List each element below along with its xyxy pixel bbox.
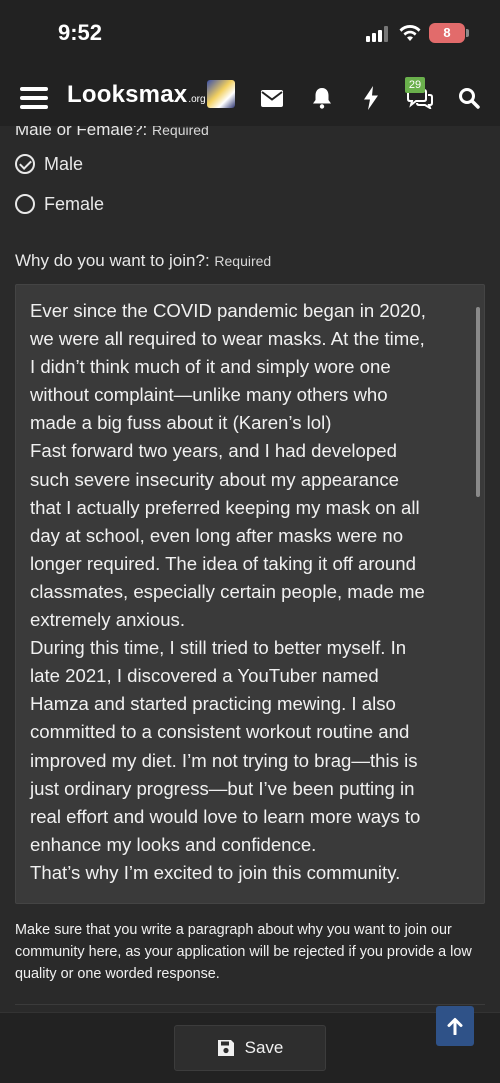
gender-question-label: Male or Female?: Required: [15, 126, 209, 140]
wifi-icon: [399, 25, 421, 41]
signal-icon: [366, 26, 390, 42]
radio-label-female: Female: [44, 193, 105, 214]
join-reason-text[interactable]: Ever since the COVID pandemic began in 2…: [30, 297, 470, 887]
required-tag: Required: [214, 253, 272, 269]
textarea-scrollbar[interactable]: [476, 307, 480, 497]
site-logo[interactable]: Looksmax .org: [67, 81, 206, 115]
join-reason-question-text: Why do you want to join?:: [15, 251, 210, 270]
radio-unchecked-icon[interactable]: [15, 194, 35, 214]
save-button[interactable]: Save: [174, 1025, 326, 1071]
status-time: 9:52: [58, 20, 103, 45]
required-tag: Required: [152, 126, 209, 138]
search-icon[interactable]: [456, 70, 482, 126]
form-submit-bar: Save: [0, 1012, 500, 1083]
bell-icon[interactable]: [309, 70, 335, 126]
logo-text: Looksmax: [67, 81, 188, 108]
floppy-disk-icon: [217, 1040, 234, 1056]
application-form: Male or Female?: Required Male Female Wh…: [0, 126, 500, 1016]
logo-tld: .org: [188, 94, 206, 105]
bolt-icon[interactable]: [360, 70, 382, 126]
radio-option-female[interactable]: Female: [15, 191, 104, 217]
join-reason-question-label: Why do you want to join?: Required: [15, 251, 271, 271]
user-avatar[interactable]: [207, 80, 235, 108]
gender-question-text: Male or Female?:: [15, 126, 148, 139]
battery-cap: [466, 29, 469, 37]
join-reason-textarea[interactable]: Ever since the COVID pandemic began in 2…: [15, 284, 485, 904]
radio-checked-icon[interactable]: [15, 154, 35, 174]
menu-icon[interactable]: [18, 70, 50, 126]
radio-option-male[interactable]: Male: [15, 151, 83, 177]
mail-icon[interactable]: [258, 70, 286, 126]
save-label: Save: [244, 1038, 284, 1057]
divider: [15, 1004, 485, 1005]
scroll-to-top-button[interactable]: [436, 1006, 474, 1046]
top-nav: Looksmax .org: [0, 70, 500, 126]
battery-icon: 8: [429, 23, 465, 43]
arrow-up-icon: [447, 1018, 463, 1035]
chat-count-badge: 29: [405, 77, 425, 93]
status-bar: 9:52 8: [0, 0, 500, 70]
join-reason-hint: Make sure that you write a paragraph abo…: [15, 922, 472, 982]
radio-label-male: Male: [44, 153, 84, 174]
